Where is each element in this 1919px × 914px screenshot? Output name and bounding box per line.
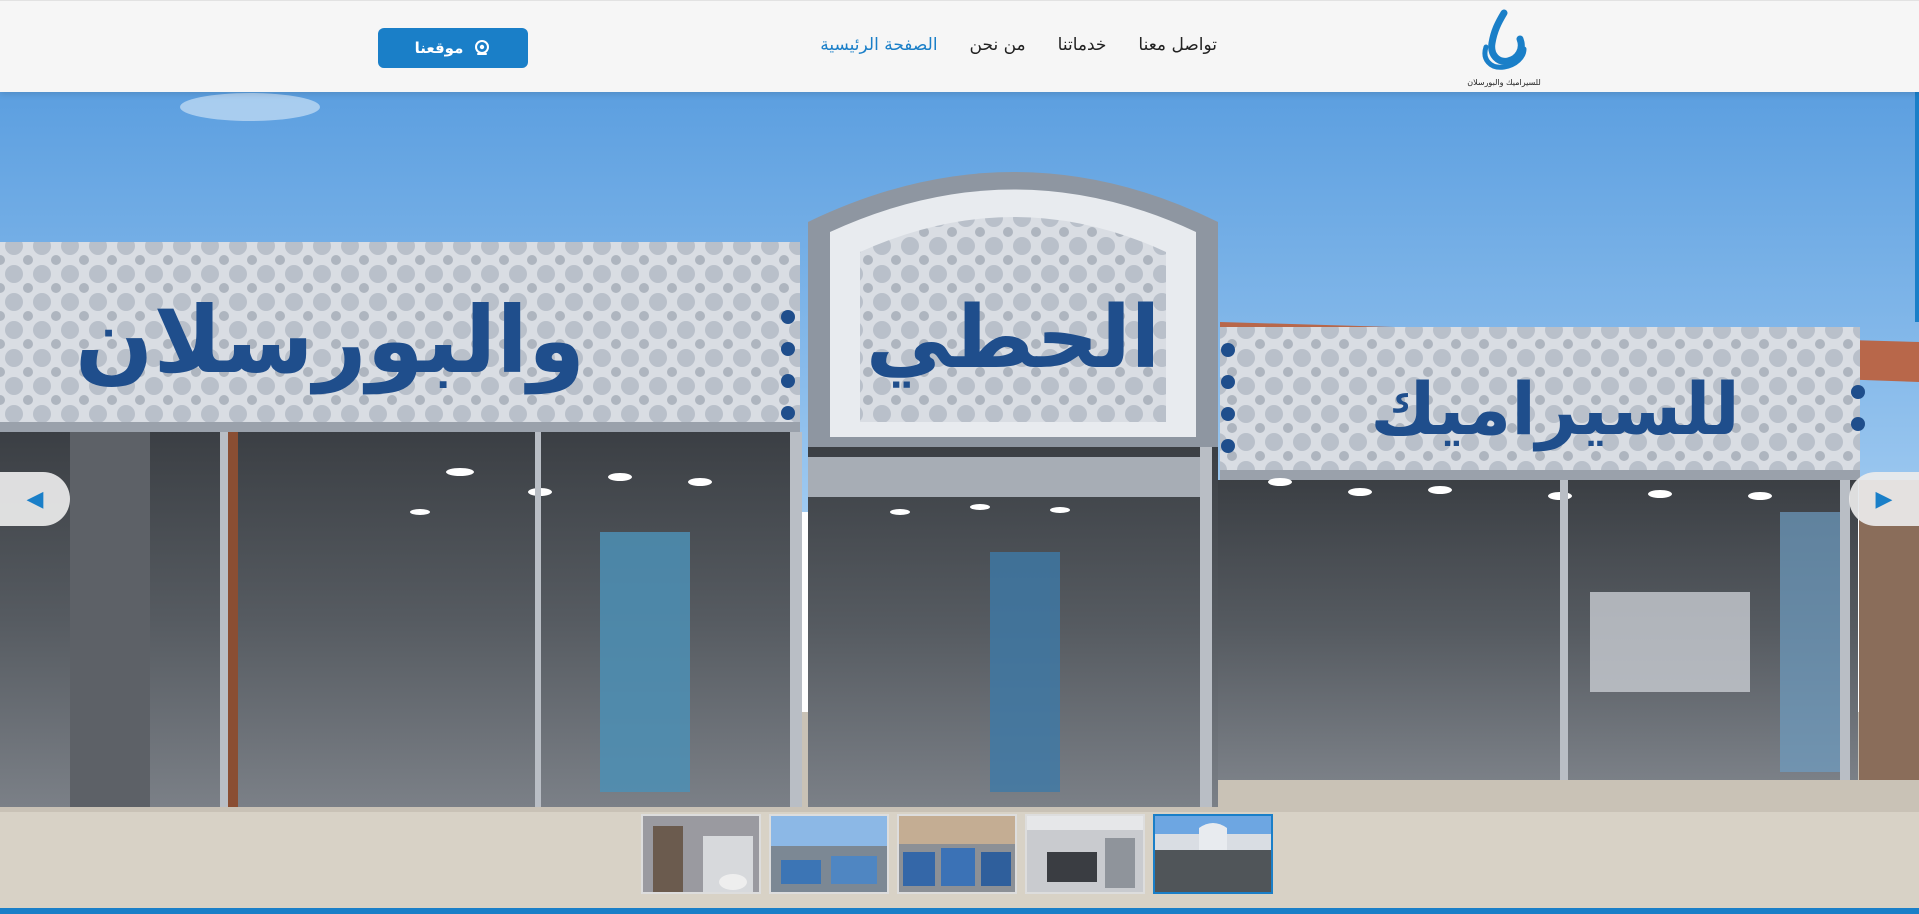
thumbnail-image xyxy=(899,816,1015,892)
brand-logo-icon: للسيراميك والبورسلان xyxy=(1467,9,1541,87)
nav-item-home[interactable]: الصفحة الرئيسية xyxy=(820,35,937,55)
thumbnail-4[interactable] xyxy=(1025,814,1145,894)
nav-item-contact[interactable]: تواصل معنا xyxy=(1138,35,1217,55)
thumbnail-image xyxy=(1027,816,1143,892)
nav-item-services[interactable]: خدماتنا xyxy=(1058,35,1107,55)
brand-logo[interactable]: للسيراميك والبورسلان xyxy=(1464,9,1544,89)
sign-text-right: للسيراميك xyxy=(1370,367,1740,452)
slider-prev-button[interactable]: ◀ xyxy=(0,472,70,526)
chevron-left-icon: ◀ xyxy=(26,486,44,512)
thumbnail-2[interactable] xyxy=(769,814,889,894)
thumbnail-image xyxy=(1155,816,1271,892)
storefront-photo: والبورسلان الحطي للسيراميك xyxy=(0,92,1919,910)
bottom-accent-bar xyxy=(0,908,1919,914)
location-pin-icon xyxy=(475,40,490,55)
main-nav: الصفحة الرئيسية من نحن خدماتنا تواصل معن… xyxy=(820,35,1217,55)
thumbnail-image xyxy=(771,816,887,892)
thumbnail-1[interactable] xyxy=(641,814,761,894)
slider-next-button[interactable]: ▶ xyxy=(1849,472,1919,526)
scroll-indicator xyxy=(1915,92,1919,322)
logo-caption: للسيراميك والبورسلان xyxy=(1467,78,1541,87)
location-button-label: موقعنا xyxy=(414,39,464,57)
thumbnail-image xyxy=(643,816,759,892)
chevron-right-icon: ▶ xyxy=(1875,486,1893,512)
sign-text-center: الحطي xyxy=(866,288,1161,388)
nav-item-about[interactable]: من نحن xyxy=(970,35,1026,55)
thumbnail-5[interactable] xyxy=(1153,814,1273,894)
page-root: للسيراميك والبورسلان الصفحة الرئيسية من … xyxy=(0,0,1919,914)
sign-text-left: والبورسلان xyxy=(75,287,585,395)
slider-thumbnails xyxy=(641,814,1273,894)
hero-slider: والبورسلان الحطي للسيراميك ◀ ▶ xyxy=(0,92,1919,910)
location-button[interactable]: موقعنا xyxy=(378,28,528,68)
site-header: للسيراميك والبورسلان الصفحة الرئيسية من … xyxy=(0,0,1919,92)
thumbnail-3[interactable] xyxy=(897,814,1017,894)
